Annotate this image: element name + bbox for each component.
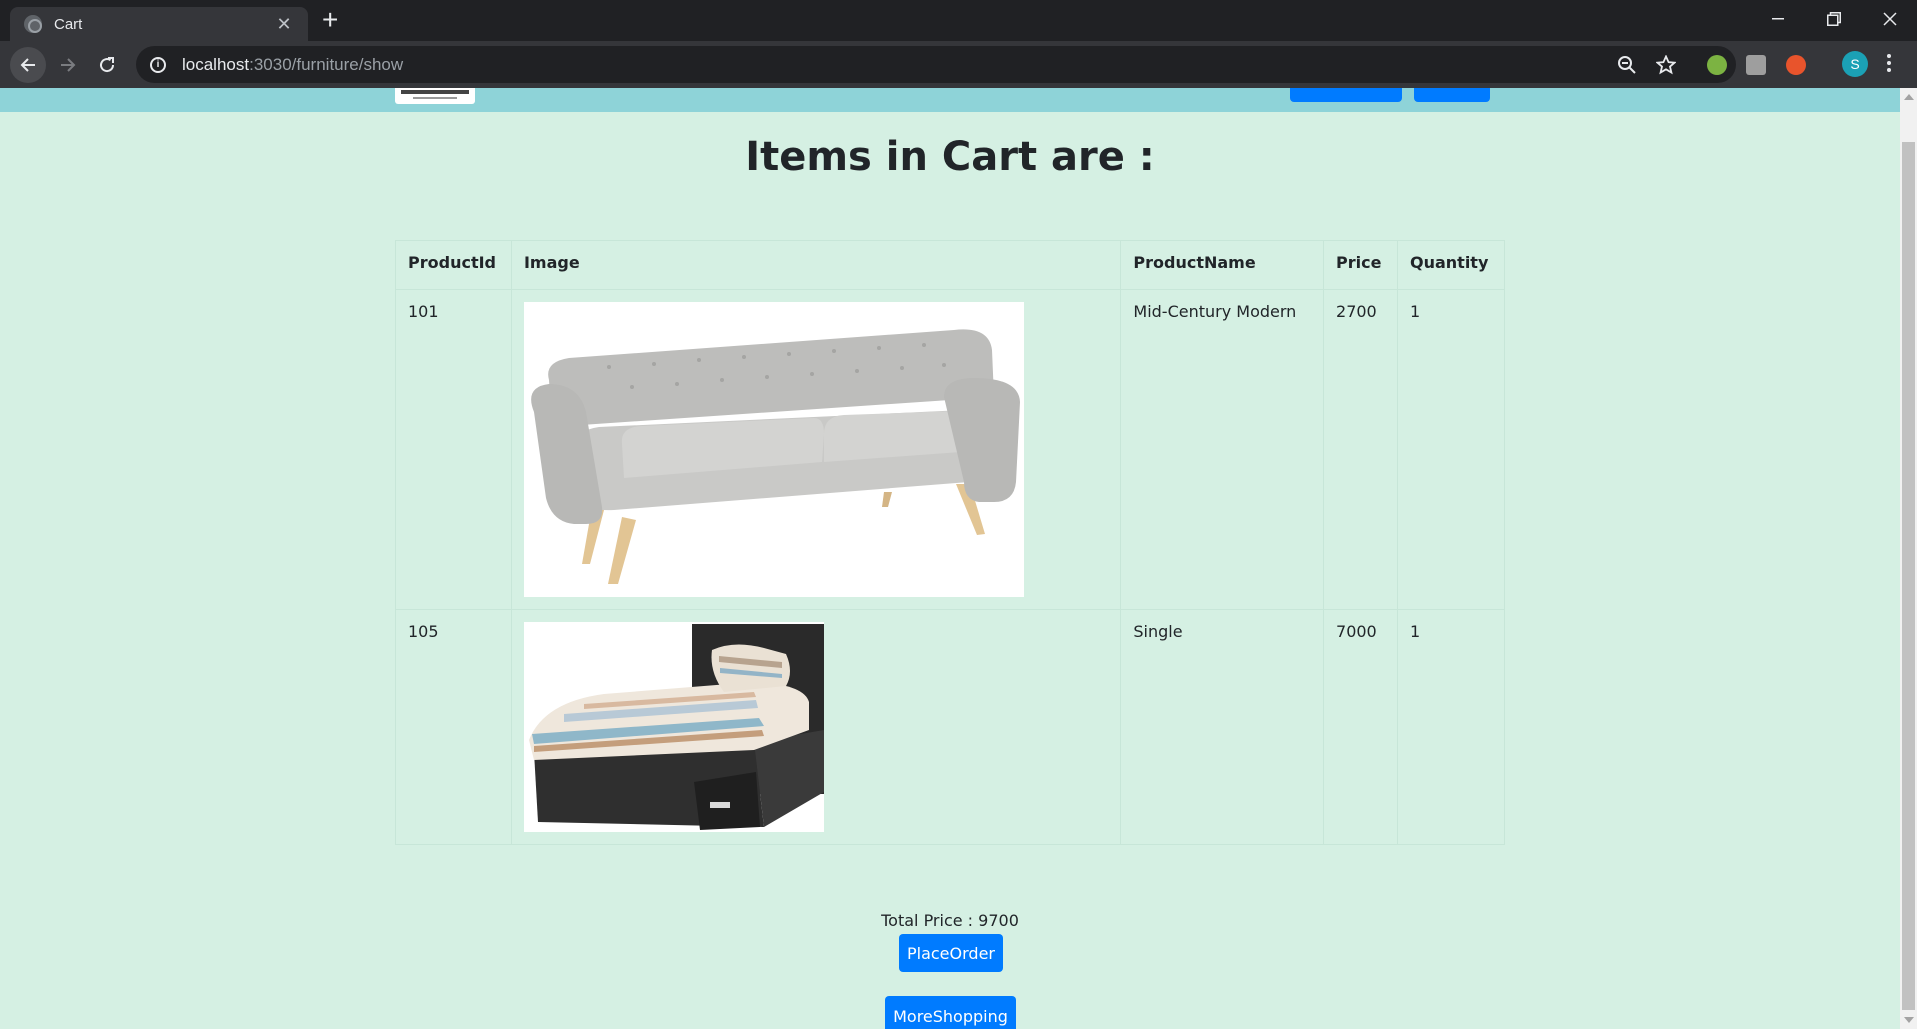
minimize-icon[interactable] (1750, 0, 1806, 38)
tab-title: Cart (54, 15, 83, 33)
site-navbar (0, 88, 1900, 112)
sofa-image (523, 302, 1024, 597)
close-window-icon[interactable] (1862, 0, 1917, 38)
table-row: 101 Mid-Century Modern 2700 1 (395, 289, 1506, 610)
cell-price: 2700 (1323, 289, 1398, 610)
browser-tab[interactable]: Cart ✕ (10, 7, 308, 41)
cell-productname: Mid-Century Modern (1120, 289, 1325, 610)
bed-image (523, 622, 824, 832)
bookmark-star-icon[interactable] (1655, 54, 1677, 79)
browser-menu-icon[interactable] (1886, 53, 1892, 77)
header-quantity: Quantity (1396, 240, 1506, 290)
header-productid: ProductId (395, 240, 512, 290)
shield-extension-icon[interactable] (1707, 55, 1727, 75)
navbar-button-1[interactable] (1290, 88, 1402, 102)
avg-extension-icon[interactable] (1746, 55, 1766, 75)
more-shopping-button[interactable]: MoreShopping (885, 996, 1016, 1029)
cell-price: 7000 (1323, 609, 1398, 845)
navbar-button-2[interactable] (1414, 88, 1490, 102)
cell-quantity: 1 (1396, 609, 1506, 845)
total-price: Total Price : 9700 (881, 911, 1019, 930)
cell-image (510, 609, 1122, 845)
new-tab-button[interactable]: + (322, 6, 338, 34)
page-viewport: Items in Cart are : ProductId Image Prod… (0, 88, 1900, 1029)
header-price: Price (1323, 240, 1398, 290)
browser-toolbar: i localhost:3030/furniture/show S (0, 41, 1917, 88)
forward-arrow-icon[interactable] (50, 47, 86, 83)
globe-icon (24, 15, 42, 33)
info-icon[interactable]: i (150, 56, 166, 73)
profile-avatar[interactable]: S (1842, 51, 1868, 77)
cell-productid: 105 (395, 609, 512, 845)
reload-icon[interactable] (89, 47, 125, 83)
cell-image (510, 289, 1122, 610)
scrollbar-thumb[interactable] (1902, 142, 1915, 1010)
scroll-up-icon[interactable] (1904, 94, 1914, 100)
browser-tab-bar: Cart ✕ + (0, 0, 1917, 41)
address-bar[interactable]: i localhost:3030/furniture/show (136, 46, 1736, 83)
restore-icon[interactable] (1806, 0, 1862, 38)
close-tab-icon[interactable]: ✕ (274, 14, 294, 35)
infinity-extension-icon[interactable] (1786, 55, 1806, 75)
header-productname: ProductName (1120, 240, 1325, 290)
page-scrollbar[interactable] (1900, 88, 1917, 1029)
url-host: localhost (182, 54, 250, 74)
site-logo[interactable] (395, 88, 475, 104)
place-order-button[interactable]: PlaceOrder (899, 934, 1003, 972)
cell-productname: Single (1120, 609, 1325, 845)
table-header-row: ProductId Image ProductName Price Quanti… (395, 240, 1506, 290)
page-title: Items in Cart are : (745, 134, 1155, 180)
url-path: :3030/furniture/show (249, 54, 404, 74)
table-row: 105 Single 7000 1 (395, 609, 1506, 845)
cell-quantity: 1 (1396, 289, 1506, 610)
cart-table: ProductId Image ProductName Price Quanti… (395, 240, 1506, 845)
cell-productid: 101 (395, 289, 512, 610)
header-image: Image (510, 240, 1122, 290)
scroll-down-icon[interactable] (1904, 1017, 1914, 1023)
back-arrow-icon[interactable] (10, 47, 46, 83)
zoom-icon[interactable] (1617, 55, 1637, 79)
